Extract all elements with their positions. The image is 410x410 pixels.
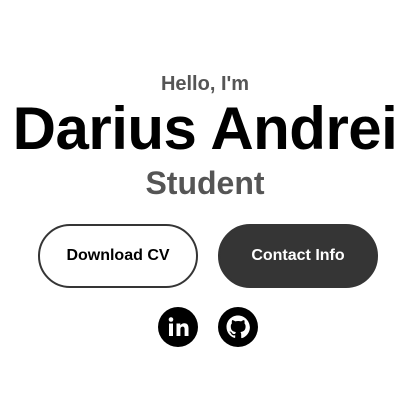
linkedin-link[interactable] [158,307,198,347]
social-links [0,307,410,347]
profile-hero: Hello, I'm Darius Andrei Student Downloa… [0,0,410,410]
contact-info-button[interactable]: Contact Info [218,224,378,288]
profile-role: Student [145,165,265,201]
greeting-text: Hello, I'm [160,73,250,95]
profile-name: Darius Andrei [12,95,398,162]
github-link[interactable] [218,307,258,347]
download-cv-button[interactable]: Download CV [38,224,198,288]
linkedin-icon [158,307,198,347]
github-icon [218,307,258,347]
